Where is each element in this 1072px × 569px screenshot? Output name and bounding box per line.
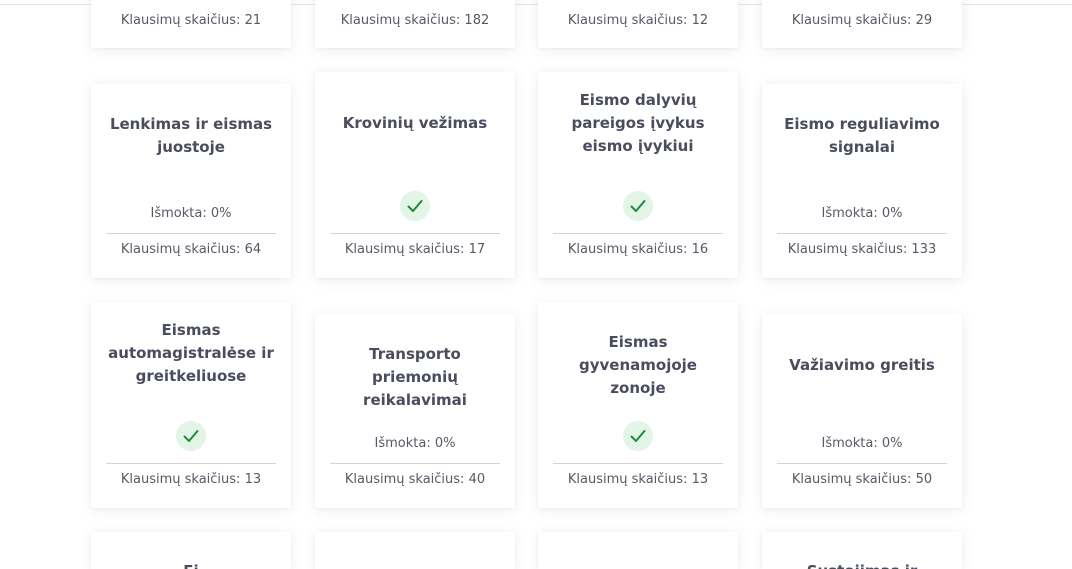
topic-title: Ei <box>103 560 279 569</box>
topic-title: Eismas gyvenamojoje zonoje <box>579 333 697 397</box>
topic-card[interactable] <box>538 532 738 569</box>
card-divider <box>777 233 947 234</box>
topic-card[interactable]: Transporto priemonių reikalavimai Išmokt… <box>315 314 515 508</box>
checkmark-icon <box>176 421 206 451</box>
topic-card[interactable]: Klausimų skaičius: 182 <box>315 0 515 48</box>
topic-card[interactable]: Lenkimas ir eismas juostoje Išmokta: 0% … <box>91 84 291 278</box>
checkmark-icon <box>400 191 430 221</box>
topic-card[interactable]: Eismas automagistralėse ir greitkeliuose… <box>91 302 291 508</box>
question-count: Klausimų skaičius: 40 <box>344 472 486 487</box>
card-divider <box>330 463 500 464</box>
topic-title: Krovinių vežimas <box>342 114 488 132</box>
topic-title: Eismas automagistralėse ir greitkeliuose <box>108 321 274 385</box>
question-count: Klausimų skaičius: 13 <box>120 472 262 487</box>
topic-card[interactable] <box>315 532 515 569</box>
topic-title: Transporto priemonių reikalavimai <box>363 345 467 409</box>
card-divider <box>330 233 500 234</box>
checkmark-icon <box>623 191 653 221</box>
topic-card[interactable]: Eismo dalyvių pareigos įvykus eismo įvyk… <box>538 72 738 278</box>
topic-card[interactable]: Ei <box>91 532 291 569</box>
question-count: Klausimų skaičius: 182 <box>340 13 490 28</box>
progress-text: Išmokta: 0% <box>821 436 903 451</box>
progress-text: Išmokta: 0% <box>821 206 903 221</box>
card-divider <box>106 233 276 234</box>
question-count: Klausimų skaičius: 50 <box>791 472 933 487</box>
question-count: Klausimų skaičius: 21 <box>120 13 262 28</box>
topic-card[interactable]: Eismo reguliavimo signalai Išmokta: 0% K… <box>762 84 962 278</box>
topic-title: Eismo reguliavimo signalai <box>784 115 940 156</box>
topic-card[interactable]: Krovinių vežimas Klausimų skaičius: 17 <box>315 72 515 278</box>
topic-card[interactable]: Klausimų skaičius: 12 <box>538 0 738 48</box>
question-count: Klausimų skaičius: 12 <box>567 13 709 28</box>
topic-title: Važiavimo greitis <box>789 356 935 374</box>
question-count: Klausimų skaičius: 64 <box>120 242 262 257</box>
topic-title: Lenkimas ir eismas juostoje <box>109 115 273 156</box>
progress-text: Išmokta: 0% <box>150 206 232 221</box>
question-count: Klausimų skaičius: 16 <box>567 242 709 257</box>
topic-card[interactable]: Važiavimo greitis Išmokta: 0% Klausimų s… <box>762 314 962 508</box>
topic-title: Eismo dalyvių pareigos įvykus eismo įvyk… <box>571 91 705 155</box>
question-count: Klausimų skaičius: 29 <box>791 13 933 28</box>
topic-card[interactable]: Eismas gyvenamojoje zonoje Klausimų skai… <box>538 302 738 508</box>
card-divider <box>553 463 723 464</box>
topic-card[interactable]: Klausimų skaičius: 29 <box>762 0 962 48</box>
question-count: Klausimų skaičius: 17 <box>344 242 486 257</box>
card-divider <box>777 463 947 464</box>
checkmark-icon <box>623 421 653 451</box>
card-divider <box>553 233 723 234</box>
progress-text: Išmokta: 0% <box>374 436 456 451</box>
card-divider <box>106 463 276 464</box>
topic-card[interactable]: Klausimų skaičius: 21 <box>91 0 291 48</box>
topic-title: Sustojimas ir <box>774 560 950 569</box>
topic-card[interactable]: Sustojimas ir <box>762 532 962 569</box>
question-count: Klausimų skaičius: 133 <box>787 242 937 257</box>
question-count: Klausimų skaičius: 13 <box>567 472 709 487</box>
